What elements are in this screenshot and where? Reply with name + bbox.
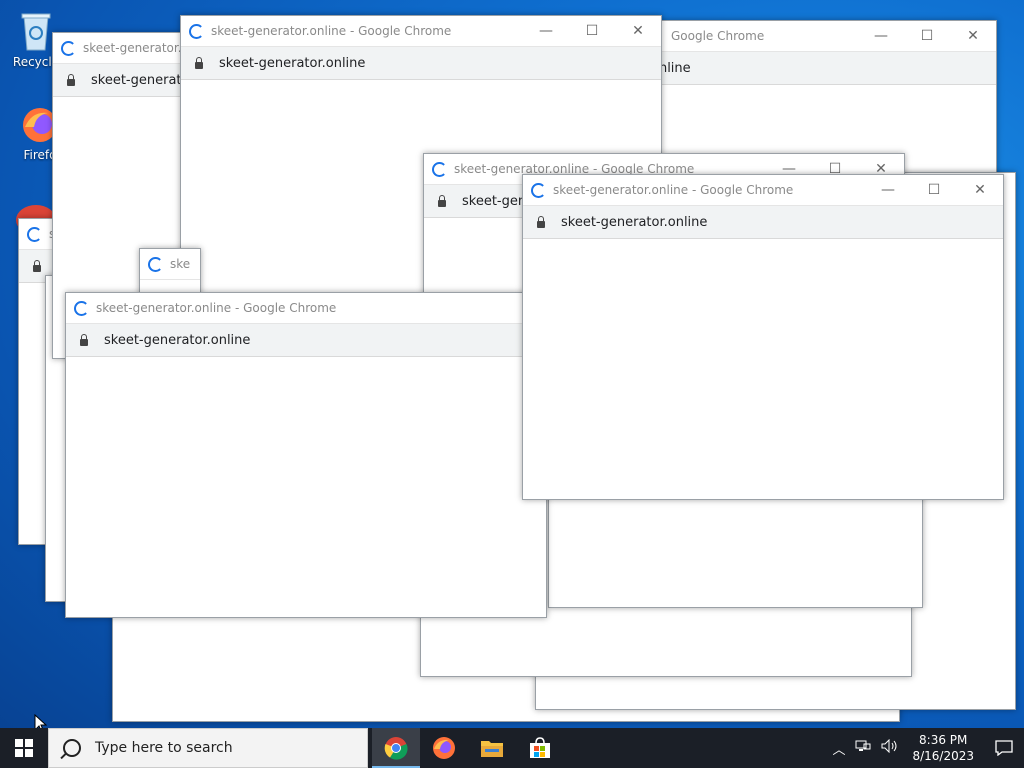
taskbar-app-firefox[interactable] — [420, 728, 468, 768]
chrome-icon — [384, 737, 408, 760]
address-bar[interactable]: skeet-generator.online — [181, 47, 661, 80]
network-icon[interactable] — [855, 739, 871, 757]
window-titlebar[interactable]: ske — [140, 249, 200, 280]
minimize-icon[interactable]: — — [858, 21, 904, 51]
minimize-icon[interactable]: — — [523, 16, 569, 46]
loading-spinner-icon — [27, 226, 42, 242]
loading-spinner-icon — [189, 23, 204, 39]
window-controls: — ☐ ✕ — [865, 175, 1003, 205]
volume-icon[interactable] — [881, 738, 899, 757]
window-controls: — ☐ ✕ — [858, 21, 996, 51]
lock-icon — [438, 194, 446, 207]
window-title: Google Chrome — [671, 29, 765, 43]
window-titlebar[interactable]: skeet-generator.online - Google Chrome —… — [181, 16, 661, 47]
address-url: skeet-generator.online — [561, 214, 708, 230]
windows-logo-icon — [15, 739, 33, 757]
maximize-icon[interactable]: ☐ — [904, 21, 950, 51]
chevron-up-icon[interactable]: ︿ — [832, 739, 845, 758]
address-url: skeet-generator.online — [219, 55, 366, 71]
window-titlebar[interactable]: skeet-generator.online - Google Chrome —… — [523, 175, 1003, 206]
taskbar-app-chrome[interactable] — [372, 728, 420, 768]
maximize-icon[interactable]: ☐ — [911, 175, 957, 205]
loading-spinner-icon — [432, 161, 447, 177]
window-title: ske — [170, 257, 191, 271]
notifications-button[interactable] — [984, 728, 1024, 768]
desktop: Recycle Firefo Google Chrome — ☐ ✕ onlin… — [0, 0, 1024, 728]
address-url: skeet-generato — [91, 72, 190, 88]
window-title: skeet-generator.online - Google Chrome — [96, 301, 337, 315]
firefox-icon — [433, 737, 455, 759]
window-controls: — ☐ ✕ — [523, 16, 661, 46]
lock-icon — [195, 56, 203, 69]
chrome-window[interactable]: skeet-generator.online - Google Chrome s… — [65, 292, 547, 618]
lock-icon — [537, 215, 545, 228]
window-titlebar[interactable]: skeet-generator.online - Google Chrome — [66, 293, 546, 324]
search-placeholder: Type here to search — [95, 740, 233, 756]
address-bar[interactable]: online — [641, 52, 996, 85]
folder-icon — [481, 741, 503, 757]
loading-spinner-icon — [61, 40, 76, 56]
window-title: skeet-generator.online - Google Chrome — [553, 183, 794, 197]
recycle-bin-icon — [21, 13, 51, 51]
address-bar[interactable]: skeet-generator.online — [66, 324, 546, 357]
address-url: skeet-generator.online — [104, 332, 251, 348]
loading-spinner-icon — [148, 256, 163, 272]
store-icon — [530, 737, 550, 758]
lock-icon — [33, 259, 41, 272]
window-titlebar[interactable]: Google Chrome — ☐ ✕ — [641, 21, 996, 52]
start-button[interactable] — [0, 728, 48, 768]
window-title: skeet-generator.online - Google Chrome — [211, 24, 452, 38]
system-tray: ︿ 8:36 PM 8/16/2023 — [827, 728, 1024, 768]
chrome-window[interactable]: skeet-generator.online - Google Chrome —… — [522, 174, 1004, 500]
search-icon — [63, 739, 81, 757]
loading-spinner-icon — [74, 300, 89, 316]
notification-icon — [995, 740, 1013, 756]
loading-spinner-icon — [531, 182, 546, 198]
lock-icon — [67, 73, 75, 86]
clock-time: 8:36 PM — [919, 733, 968, 747]
close-icon[interactable]: ✕ — [950, 21, 996, 51]
taskbar-app-file-explorer[interactable] — [468, 728, 516, 768]
clock[interactable]: 8:36 PM 8/16/2023 — [912, 732, 974, 764]
minimize-icon[interactable]: — — [865, 175, 911, 205]
address-bar[interactable]: skeet-generator.online — [523, 206, 1003, 239]
taskbar-app-store[interactable] — [516, 728, 564, 768]
clock-date: 8/16/2023 — [912, 749, 974, 763]
taskbar-search-box[interactable]: Type here to search — [48, 728, 368, 768]
close-icon[interactable]: ✕ — [615, 16, 661, 46]
maximize-icon[interactable]: ☐ — [569, 16, 615, 46]
taskbar: Type here to search ︿ 8:36 PM 8/16/2023 — [0, 728, 1024, 768]
lock-icon — [80, 333, 88, 346]
close-icon[interactable]: ✕ — [957, 175, 1003, 205]
